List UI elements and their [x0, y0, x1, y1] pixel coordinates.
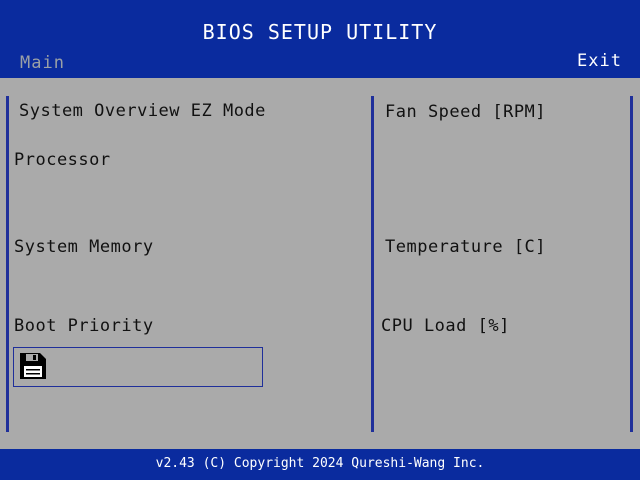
fan-speed-label: Fan Speed [RPM]	[385, 102, 547, 122]
bios-screen: BIOS SETUP UTILITY Main Exit System Over…	[0, 0, 640, 480]
tab-main[interactable]: Main	[20, 53, 65, 73]
panel-divider	[371, 96, 374, 432]
tab-exit[interactable]: Exit	[577, 51, 622, 71]
temperature-label: Temperature [C]	[385, 237, 547, 257]
overview-heading: System Overview EZ Mode	[19, 101, 266, 121]
copyright-text: v2.43 (C) Copyright 2024 Qureshi-Wang In…	[155, 456, 485, 471]
floppy-disk-icon[interactable]	[18, 351, 48, 381]
boot-device-slot[interactable]	[13, 347, 263, 387]
processor-label: Processor	[14, 150, 111, 170]
page-title: BIOS SETUP UTILITY	[202, 20, 438, 44]
right-panel-border	[630, 96, 633, 432]
cpu-load-label: CPU Load [%]	[381, 316, 510, 336]
system-memory-label: System Memory	[14, 237, 154, 257]
left-panel-border	[6, 96, 9, 432]
boot-priority-label: Boot Priority	[14, 316, 154, 336]
